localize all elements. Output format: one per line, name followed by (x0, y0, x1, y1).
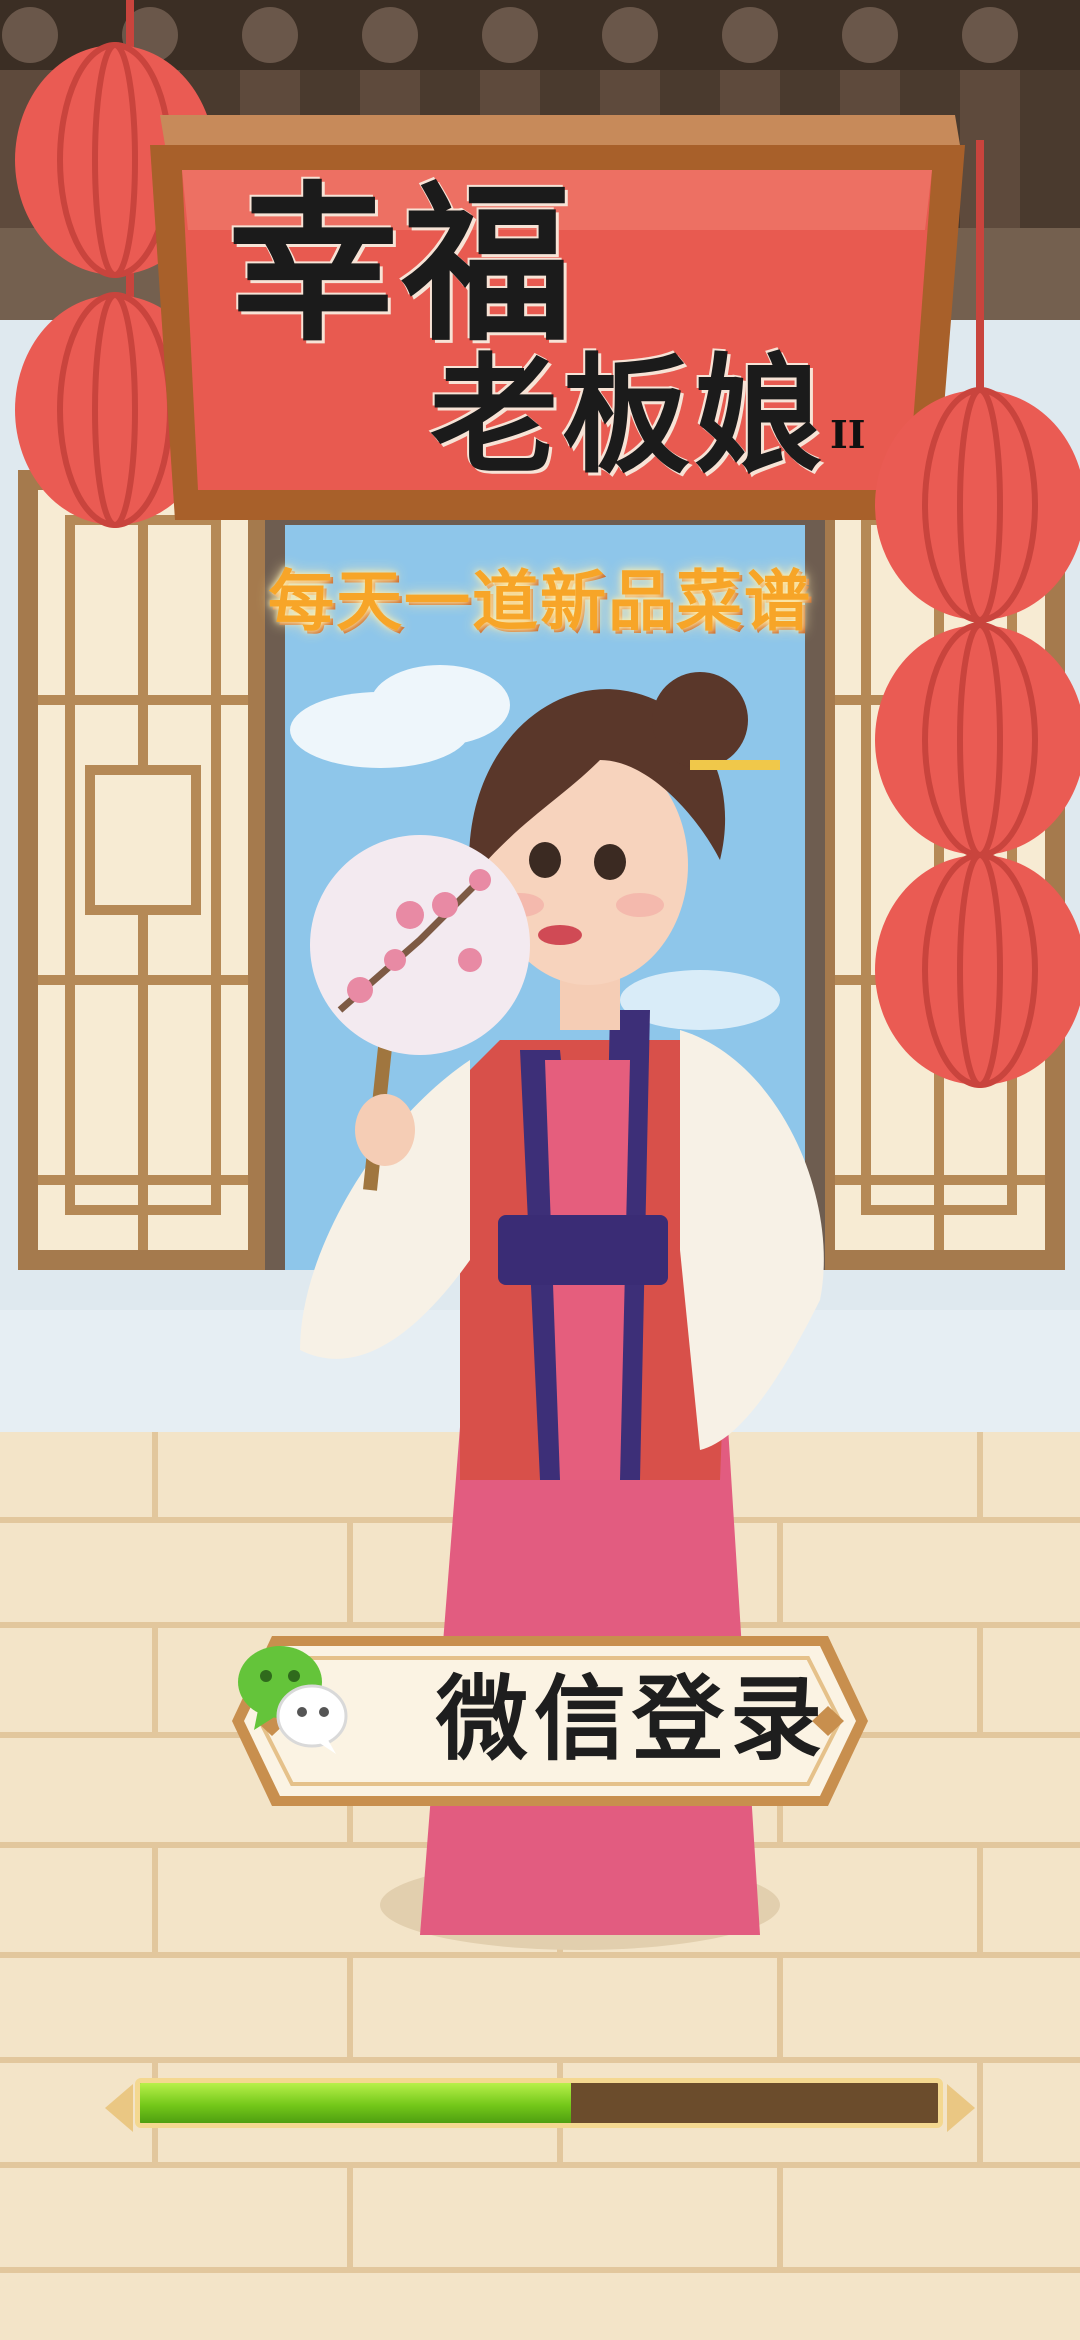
game-title-line1: 幸福 (228, 165, 577, 365)
login-button-label: 微信登录 (436, 1666, 829, 1773)
progress-right-cap (947, 2084, 975, 2132)
wechat-login-button[interactable]: 微信登录 (232, 1636, 868, 1806)
progress-track (135, 2078, 943, 2128)
game-title-suffix: II (830, 412, 866, 457)
progress-left-cap (105, 2084, 133, 2132)
tagline: 每天一道新品菜谱 (268, 563, 812, 640)
loading-progress-bar (105, 2070, 975, 2140)
game-title-line2: 老板娘 (430, 341, 827, 491)
wechat-icon (238, 1646, 348, 1754)
progress-fill (140, 2083, 571, 2123)
